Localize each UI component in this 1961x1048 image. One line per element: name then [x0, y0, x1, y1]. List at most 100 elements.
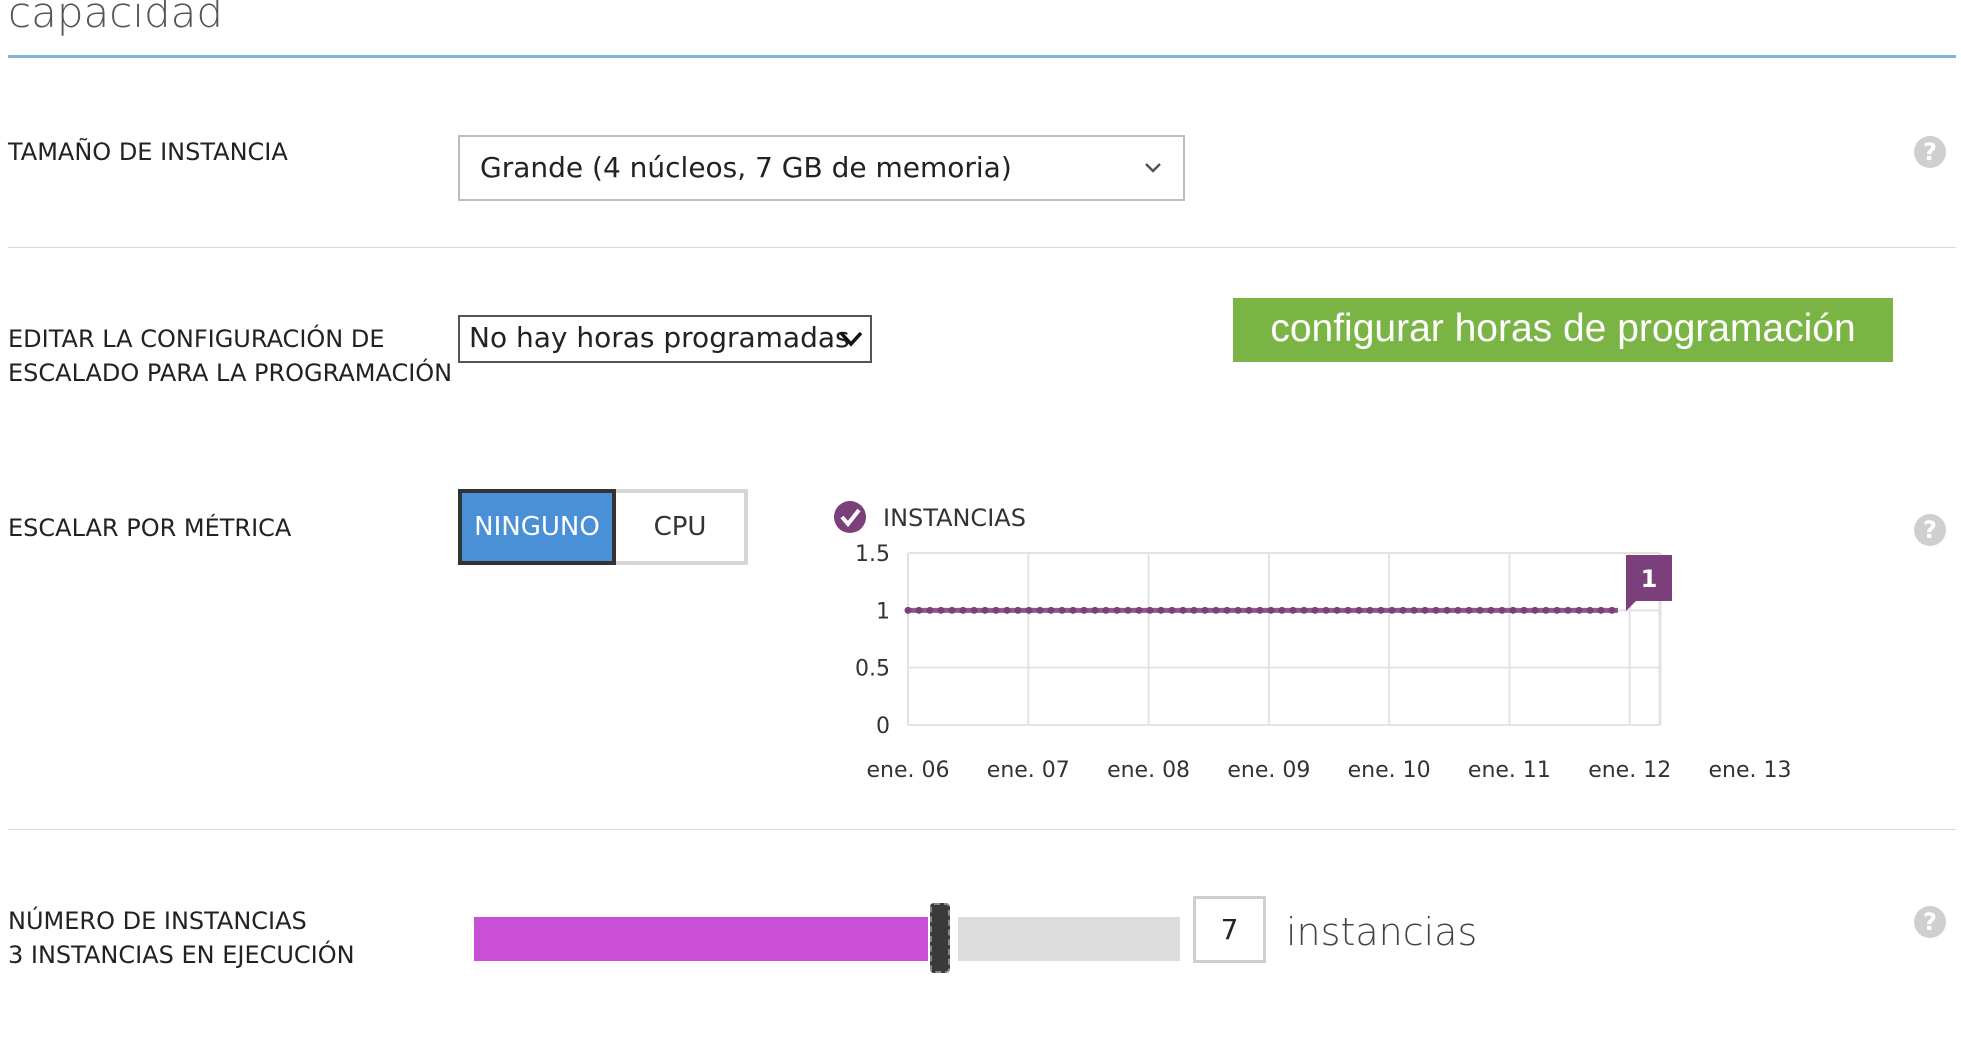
series-point: [1003, 606, 1011, 614]
series-point: [1322, 606, 1330, 614]
series-point: [1410, 606, 1418, 614]
instance-size-select[interactable]: Grande (4 núcleos, 7 GB de memoria): [458, 135, 1185, 201]
question-circle-icon[interactable]: ?: [1914, 514, 1946, 546]
y-tick-label: 1: [876, 599, 890, 624]
instance-count-input[interactable]: 7: [1193, 896, 1266, 963]
question-circle-icon[interactable]: ?: [1914, 906, 1946, 938]
series-point: [1597, 606, 1605, 614]
series-point: [1498, 606, 1506, 614]
series-point: [1531, 606, 1539, 614]
series-point: [1355, 606, 1363, 614]
divider: [8, 829, 1956, 830]
instance-size-value: Grande (4 núcleos, 7 GB de memoria): [480, 151, 1012, 184]
instance-count-unit: instancias: [1286, 910, 1478, 954]
metric-toggle-cpu[interactable]: CPU: [616, 489, 748, 565]
series-point: [1509, 606, 1517, 614]
series-point: [1157, 606, 1165, 614]
series-point: [948, 606, 956, 614]
series-point: [1399, 606, 1407, 614]
series-point: [1102, 606, 1110, 614]
series-point: [992, 606, 1000, 614]
series-point: [959, 606, 967, 614]
series-point: [1146, 606, 1154, 614]
schedule-label-line2: ESCALADO PARA LA PROGRAMACIÓN: [8, 359, 453, 387]
schedule-label-line1: EDITAR LA CONFIGURACIÓN DE: [8, 325, 385, 353]
page-title: capacidad: [8, 0, 224, 37]
series-point: [1025, 606, 1033, 614]
series-point: [1443, 606, 1451, 614]
series-point: [926, 606, 934, 614]
series-point: [1234, 606, 1242, 614]
x-tick-label: ene. 11: [1468, 758, 1551, 783]
chevron-down-icon: [1143, 137, 1163, 224]
series-point: [1124, 606, 1132, 614]
instance-size-label: TAMAÑO DE INSTANCIA: [8, 138, 288, 166]
series-point: [904, 606, 912, 614]
schedule-value: No hay horas programadas: [469, 321, 850, 354]
y-tick-label: 0.5: [855, 657, 890, 682]
series-point: [1366, 606, 1374, 614]
y-tick-label: 0: [876, 714, 890, 739]
series-point: [1432, 606, 1440, 614]
last-value-callout: 1: [1626, 555, 1672, 611]
x-tick-label: ene. 08: [1107, 758, 1190, 783]
y-tick-label: 1.5: [855, 542, 890, 567]
series-point: [1190, 606, 1198, 614]
question-circle-icon[interactable]: ?: [1914, 136, 1946, 168]
series-point: [1586, 606, 1594, 614]
x-tick-label: ene. 12: [1588, 758, 1671, 783]
instance-slider-fill[interactable]: [474, 917, 928, 961]
chart-legend[interactable]: INSTANCIAS: [834, 501, 1026, 533]
series-point: [1289, 606, 1297, 614]
configure-schedule-button[interactable]: configurar horas de programación: [1233, 298, 1893, 362]
series-point: [1267, 606, 1275, 614]
x-tick-label: ene. 06: [867, 758, 950, 783]
series-point: [1344, 606, 1352, 614]
x-tick-label: ene. 09: [1227, 758, 1310, 783]
metric-toggle-ninguno[interactable]: NINGUNO: [458, 489, 616, 565]
x-tick-label: ene. 13: [1709, 758, 1792, 783]
x-axis-ticks: ene. 06 ene. 07 ene. 08 ene. 09 ene. 10 ene. …: [867, 758, 1792, 783]
series-point: [1223, 606, 1231, 614]
title-divider: [8, 55, 1956, 58]
series-point: [1179, 606, 1187, 614]
series-point: [970, 606, 978, 614]
series-point: [1520, 606, 1528, 614]
series-point: [1311, 606, 1319, 614]
series-point: [1476, 606, 1484, 614]
series-point: [1278, 606, 1286, 614]
check-circle-icon: [834, 501, 866, 533]
schedule-select[interactable]: No hay horas programadas: [458, 315, 872, 363]
series-point: [1465, 606, 1473, 614]
callout-value: 1: [1641, 565, 1658, 593]
series-point: [1487, 606, 1495, 614]
series-point: [1388, 606, 1396, 614]
instance-slider-track[interactable]: [958, 917, 1180, 961]
divider: [8, 247, 1956, 248]
series-point: [1245, 606, 1253, 614]
chart-grid: [907, 552, 1662, 726]
series-point: [1256, 606, 1264, 614]
series-point: [1168, 606, 1176, 614]
series-point: [1377, 606, 1385, 614]
series-point: [1069, 606, 1077, 614]
metric-label: ESCALAR POR MÉTRICA: [8, 514, 292, 542]
instances-label-line2: 3 INSTANCIAS EN EJECUCIÓN: [8, 941, 355, 969]
series-point: [1454, 606, 1462, 614]
series-point: [1608, 606, 1616, 614]
series-point: [1201, 606, 1209, 614]
chart-series: [904, 606, 1618, 614]
instances-chart: INSTANCIAS 1.5 1 0.5 0 ene. 06 ene. 07 ene. 0…: [834, 501, 1792, 783]
series-point: [1575, 606, 1583, 614]
series-point: [1036, 606, 1044, 614]
series-point: [1058, 606, 1066, 614]
series-point: [1135, 606, 1143, 614]
series-point: [1421, 606, 1429, 614]
chevron-down-icon: [838, 321, 864, 347]
series-point: [1542, 606, 1550, 614]
x-tick-label: ene. 07: [987, 758, 1070, 783]
series-point: [1553, 606, 1561, 614]
instance-slider-thumb[interactable]: [930, 903, 950, 973]
instances-label-line1: NÚMERO DE INSTANCIAS: [8, 907, 307, 935]
series-point: [915, 606, 923, 614]
